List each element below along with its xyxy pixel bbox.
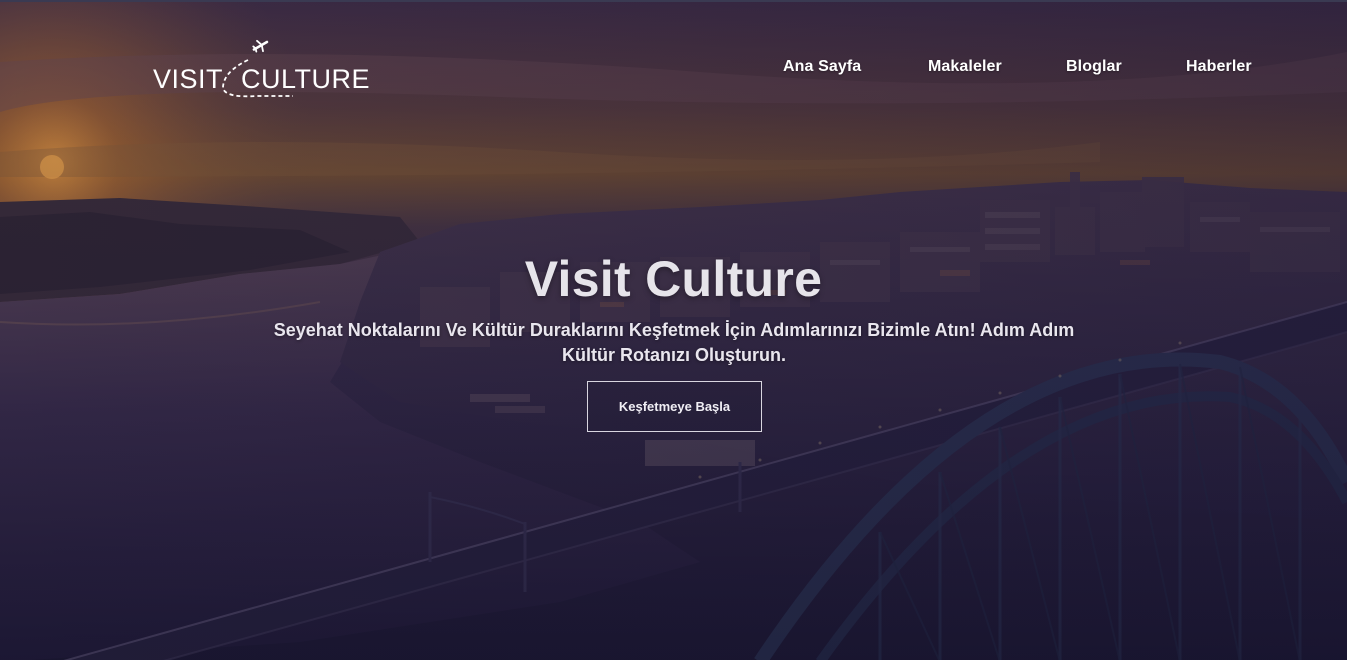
hero-title: Visit Culture bbox=[524, 251, 823, 307]
nav-item-ana-sayfa[interactable]: Ana Sayfa bbox=[783, 58, 861, 76]
hero-section: VISIT CULTURE Ana Sayfa Makaleler Blogla… bbox=[0, 0, 1347, 660]
explore-button[interactable]: Keşfetmeye Başla bbox=[587, 381, 762, 432]
hero-subtitle: Seyehat Noktalarını Ve Kültür Durakların… bbox=[273, 320, 1075, 365]
main-nav: Ana Sayfa Makaleler Bloglar Haberler bbox=[0, 58, 1347, 80]
nav-item-makaleler[interactable]: Makaleler bbox=[928, 58, 1002, 76]
airplane-icon bbox=[252, 39, 269, 53]
nav-item-bloglar[interactable]: Bloglar bbox=[1066, 58, 1122, 76]
nav-item-haberler[interactable]: Haberler bbox=[1186, 58, 1252, 76]
